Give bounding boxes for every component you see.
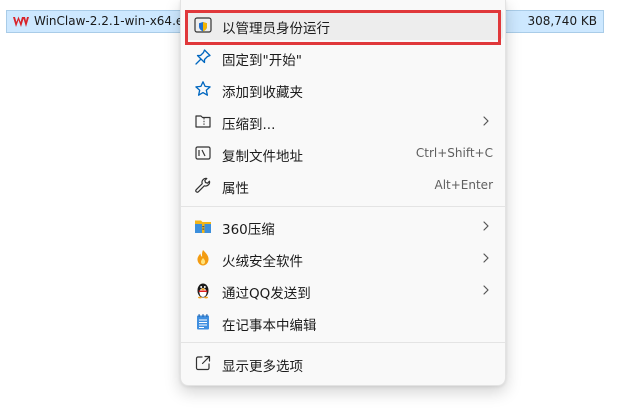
menu-item-properties[interactable]: 属性 Alt+Enter <box>185 170 503 200</box>
chevron-right-icon <box>483 253 489 263</box>
menu-item-label: 属性 <box>222 181 249 197</box>
menu-item-run-as-admin[interactable]: 以管理员身份运行 <box>185 10 503 40</box>
360-zip-icon <box>195 220 211 233</box>
menu-item-label: 显示更多选项 <box>222 359 303 375</box>
menu-item-label: 火绒安全软件 <box>222 254 303 270</box>
file-size: 308,740 KB <box>527 14 597 28</box>
menu-item-shortcut: Alt+Enter <box>434 178 493 192</box>
star-icon <box>195 81 211 96</box>
menu-item-label: 固定到"开始" <box>222 53 302 69</box>
pin-icon <box>195 49 211 65</box>
winclaw-app-icon <box>13 16 29 27</box>
menu-separator <box>181 342 505 343</box>
menu-item-label: 360压缩 <box>222 222 275 238</box>
file-name: WinClaw-2.2.1-win-x64.exe <box>34 14 184 28</box>
menu-item-copy-file-path[interactable]: 复制文件地址 Ctrl+Shift+C <box>185 138 503 168</box>
menu-item-huorong-security[interactable]: 火绒安全软件 <box>185 243 503 273</box>
zip-folder-icon <box>195 115 211 128</box>
menu-separator <box>181 206 505 207</box>
menu-item-add-to-favorites[interactable]: 添加到收藏夹 <box>185 74 503 104</box>
menu-item-send-via-qq[interactable]: 通过QQ发送到 <box>185 275 503 305</box>
menu-item-shortcut: Ctrl+Shift+C <box>415 146 493 160</box>
menu-item-pin-to-start[interactable]: 固定到"开始" <box>185 42 503 72</box>
menu-item-label: 复制文件地址 <box>222 149 303 165</box>
wrench-icon <box>195 177 211 193</box>
open-external-icon <box>195 355 211 371</box>
menu-item-label: 添加到收藏夹 <box>222 85 303 101</box>
notepad-icon <box>197 314 209 330</box>
context-menu: 以管理员身份运行 固定到"开始" 添加到收藏夹 压缩到... 复制文件地址 Ct… <box>180 0 506 386</box>
chevron-right-icon <box>483 116 489 126</box>
explorer-window: WinClaw-2.2.1-win-x64.exe 308,740 KB 以管理… <box>0 0 635 414</box>
menu-item-show-more-options[interactable]: 显示更多选项 <box>185 348 503 378</box>
huorong-icon <box>197 250 209 266</box>
copy-path-icon <box>195 146 211 160</box>
menu-item-edit-in-notepad[interactable]: 在记事本中编辑 <box>185 307 503 337</box>
menu-item-label: 在记事本中编辑 <box>222 318 317 334</box>
menu-item-compress-to[interactable]: 压缩到... <box>185 106 503 136</box>
menu-item-label: 通过QQ发送到 <box>222 286 311 302</box>
chevron-right-icon <box>483 285 489 295</box>
menu-item-360-compress[interactable]: 360压缩 <box>185 211 503 241</box>
menu-item-label: 压缩到... <box>222 117 276 133</box>
qq-penguin-icon <box>197 283 209 299</box>
shield-icon <box>194 17 212 33</box>
chevron-right-icon <box>483 221 489 231</box>
menu-item-label: 以管理员身份运行 <box>222 21 330 37</box>
